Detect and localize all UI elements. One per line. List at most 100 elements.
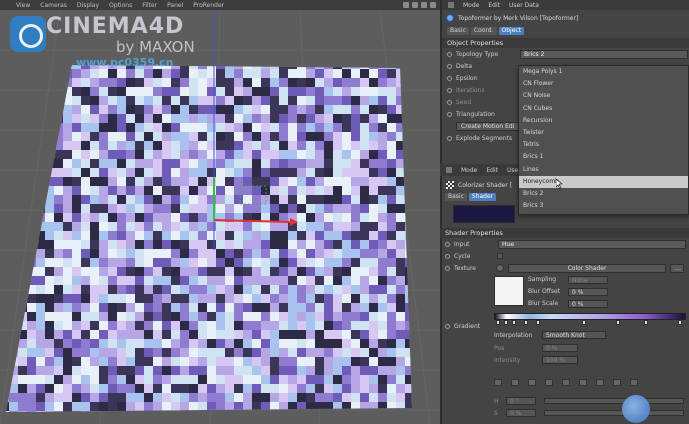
dropdown-item[interactable]: Brics 1 xyxy=(519,151,688,163)
object-properties-header[interactable]: Object Properties xyxy=(442,38,689,48)
viewport-menu-filter[interactable]: Filter xyxy=(142,2,157,9)
attr-menu-mode[interactable]: Mode xyxy=(463,2,479,9)
viewport-menu-options[interactable]: Options xyxy=(109,2,132,9)
maximize-view-icon[interactable] xyxy=(430,2,436,8)
swatches-icon[interactable] xyxy=(630,378,638,386)
gradient-knot[interactable] xyxy=(496,320,500,325)
gradient-knot[interactable] xyxy=(512,320,516,325)
viewport-menu-prorender[interactable]: ProRender xyxy=(193,2,224,9)
attr-menu-userdata[interactable]: User Data xyxy=(509,2,539,9)
plane-tile xyxy=(72,384,81,393)
dropdown-item[interactable]: Tetris xyxy=(519,139,688,151)
keyframe-dot-icon[interactable] xyxy=(447,111,452,117)
texture-shader-button[interactable]: Color Shader xyxy=(508,263,666,273)
keyframe-dot-icon[interactable] xyxy=(447,87,452,93)
plane-tile xyxy=(252,312,261,321)
rotate-view-icon[interactable] xyxy=(421,2,427,8)
plane-tile xyxy=(126,69,135,78)
tab-basic[interactable]: Basic xyxy=(447,27,469,35)
keyframe-dot-icon[interactable] xyxy=(447,99,452,105)
tab-coord[interactable]: Coord. xyxy=(470,27,497,35)
gradient-knot[interactable] xyxy=(536,320,540,325)
dropdown-item[interactable]: Recursion xyxy=(519,115,688,127)
dropdown-item[interactable]: Brics 3 xyxy=(519,200,688,212)
plane-tile xyxy=(90,195,99,204)
keyframe-dot-icon[interactable] xyxy=(447,75,452,81)
interpolation-select[interactable]: Smooth Knot xyxy=(542,331,606,339)
tab-shader-basic[interactable]: Basic xyxy=(445,193,467,201)
plane-tile xyxy=(180,69,189,78)
h-field[interactable]: 0 ° xyxy=(506,397,536,405)
dropdown-item[interactable]: CN Cubes xyxy=(519,103,688,115)
hsv-icon[interactable] xyxy=(579,378,587,386)
kelvin-icon[interactable] xyxy=(596,378,604,386)
wheel-icon[interactable] xyxy=(511,378,519,386)
viewport-menu-cameras[interactable]: Cameras xyxy=(40,2,67,9)
sampling-select[interactable]: None xyxy=(568,276,608,284)
shader-properties-header[interactable]: Shader Properties xyxy=(440,228,689,238)
attr-menu-edit[interactable]: Edit xyxy=(488,2,500,9)
viewport-menu-view[interactable]: View xyxy=(16,2,30,9)
dropdown-item-highlighted[interactable]: Honeycomb xyxy=(519,175,688,188)
dropdown-item[interactable]: Twister xyxy=(519,127,688,139)
topology-type-select[interactable]: Brics 2 xyxy=(520,49,688,59)
move-view-icon[interactable] xyxy=(403,2,409,8)
gradient-knot[interactable] xyxy=(582,320,586,325)
create-motion-editor-button[interactable]: Create Motion Edi xyxy=(456,121,520,131)
cycle-checkbox[interactable] xyxy=(497,253,503,259)
keyframe-dot-icon[interactable] xyxy=(445,253,450,259)
plane-tile xyxy=(135,87,144,96)
color-mode-icon[interactable] xyxy=(494,378,502,386)
input-select[interactable]: Hue xyxy=(498,239,686,249)
plane-tile xyxy=(153,267,162,276)
dropdown-item[interactable]: CN Noise xyxy=(519,90,688,102)
plane-tile xyxy=(243,231,252,240)
h-slider[interactable] xyxy=(544,398,684,404)
keyframe-dot-icon[interactable] xyxy=(445,241,450,247)
texture-more-button[interactable]: … xyxy=(670,263,684,273)
zoom-view-icon[interactable] xyxy=(412,2,418,8)
keyframe-dot-icon[interactable] xyxy=(445,265,450,271)
shader-menu-edit[interactable]: Edit xyxy=(486,167,498,174)
dropdown-item[interactable]: Lines xyxy=(519,164,688,176)
keyframe-dot-icon[interactable] xyxy=(445,323,450,329)
plane-tile xyxy=(63,177,72,186)
intensity-field[interactable]: 100 % xyxy=(542,356,578,364)
keyframe-dot-icon[interactable] xyxy=(447,51,452,57)
plane-tile xyxy=(162,78,171,87)
pos-field[interactable]: 0 % xyxy=(542,344,578,352)
plane-tile xyxy=(108,141,117,150)
plane-tile xyxy=(144,195,153,204)
dropdown-item[interactable]: CN Flower xyxy=(519,78,688,90)
gradient-knot[interactable] xyxy=(678,320,682,325)
keyframe-dot-icon[interactable] xyxy=(447,135,452,141)
plane-tile xyxy=(378,168,387,177)
tab-shader[interactable]: Shader xyxy=(468,193,497,201)
blur-offset-field[interactable]: 0 % xyxy=(568,288,608,296)
viewport-menu-panel[interactable]: Panel xyxy=(167,2,183,9)
texture-menu-icon[interactable] xyxy=(496,264,504,272)
plane-tile xyxy=(261,249,270,258)
gradient-bar[interactable] xyxy=(494,313,686,320)
plane-tile xyxy=(342,330,351,339)
gradient-knot[interactable] xyxy=(524,320,528,325)
spectrum-icon[interactable] xyxy=(528,378,536,386)
gradient-knot[interactable] xyxy=(616,320,620,325)
viewport-menu-display[interactable]: Display xyxy=(77,2,99,9)
s-field[interactable]: 0 % xyxy=(506,409,536,417)
shader-menu-mode[interactable]: Mode xyxy=(461,167,477,174)
dropdown-item[interactable]: Mega Polys 1 xyxy=(519,66,688,78)
s-slider[interactable] xyxy=(544,410,684,416)
gradient-knot[interactable] xyxy=(504,320,508,325)
3d-viewport[interactable]: View Cameras Display Options Filter Pane… xyxy=(0,0,440,424)
tab-object[interactable]: Object xyxy=(498,27,525,35)
plane-tile xyxy=(234,267,243,276)
gradient-knot[interactable] xyxy=(644,320,648,325)
keyframe-dot-icon[interactable] xyxy=(447,63,452,69)
rgb-icon[interactable] xyxy=(562,378,570,386)
picture-icon[interactable] xyxy=(545,378,553,386)
blur-scale-field[interactable]: 0 % xyxy=(568,300,608,308)
plane-tile xyxy=(90,393,99,402)
dropdown-item[interactable]: Brics 2 xyxy=(519,188,688,200)
mixer-icon[interactable] xyxy=(613,378,621,386)
